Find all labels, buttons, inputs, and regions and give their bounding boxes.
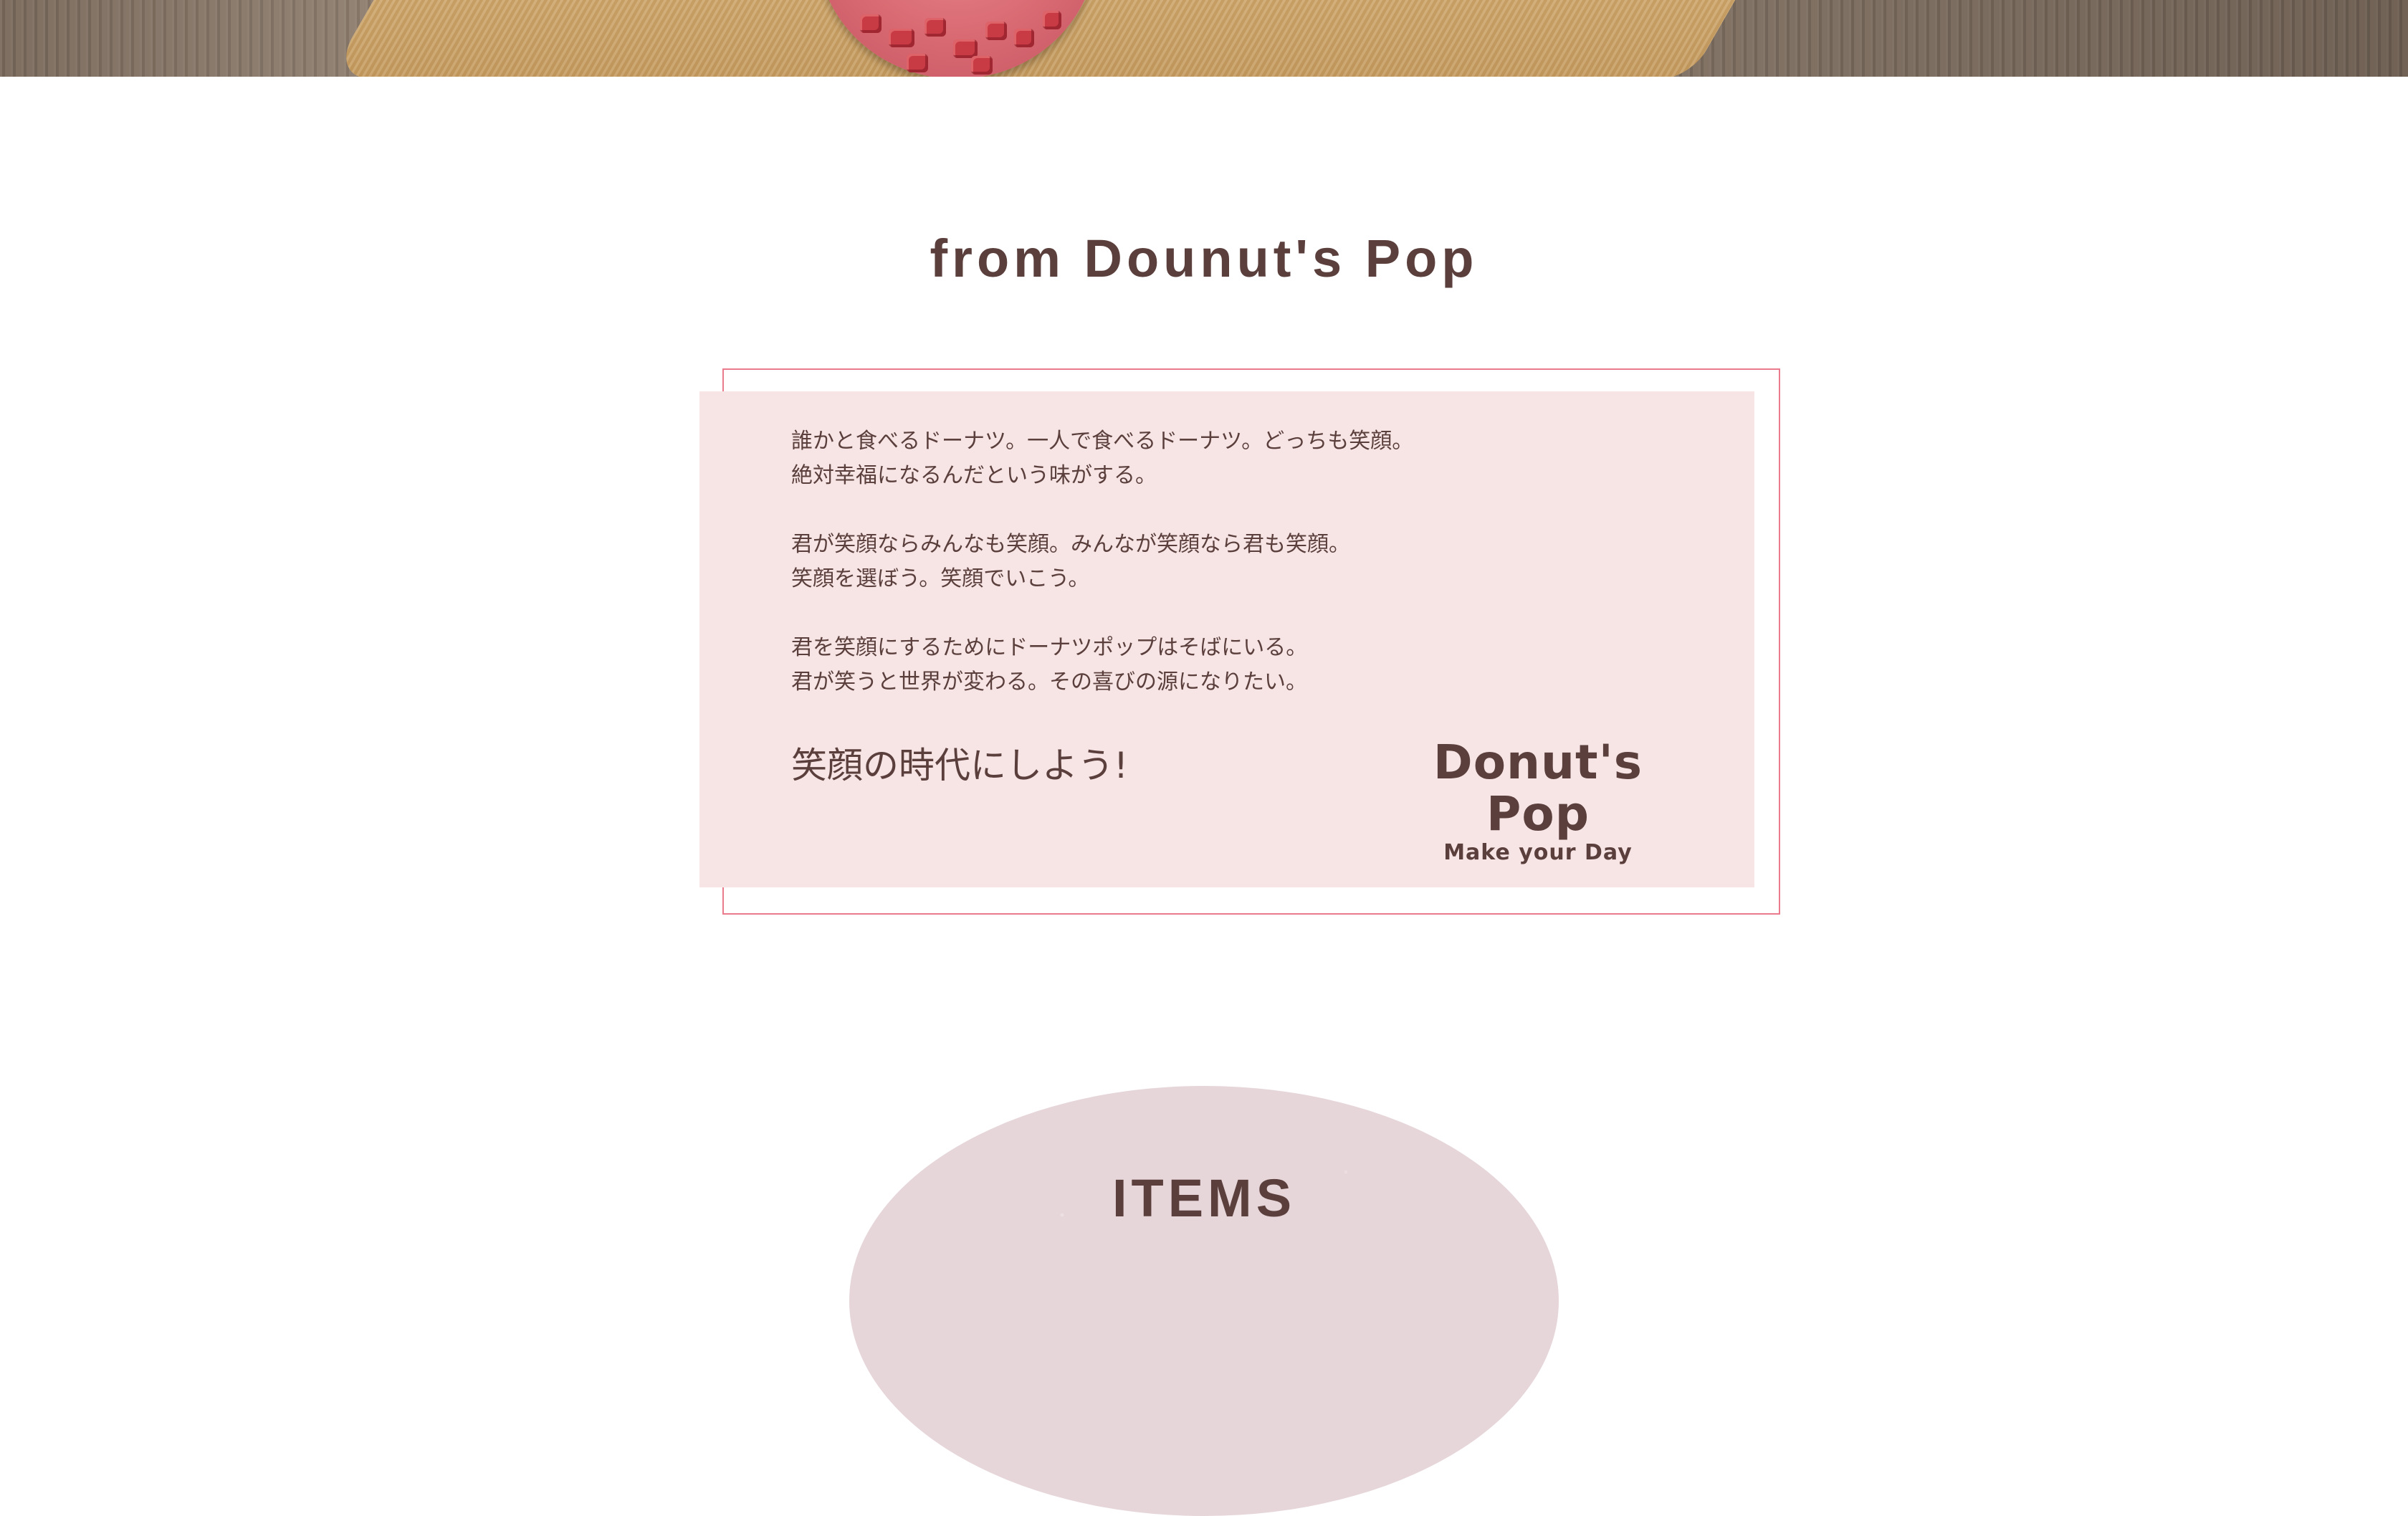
message-paragraph: 誰かと食べるドーナツ。一人で食べるドーナツ。どっちも笑顔。 絶対幸福になるんだと… bbox=[791, 424, 1436, 493]
berry-topping bbox=[971, 56, 993, 75]
message-line: 笑顔を選ぼう。笑顔でいこう。 bbox=[791, 566, 1090, 591]
message-paragraph: 君が笑顔ならみんなも笑顔。みんなが笑顔なら君も笑顔。 笑顔を選ぼう。笑顔でいこう… bbox=[791, 528, 1436, 596]
berry-topping bbox=[985, 22, 1007, 40]
items-background-blob bbox=[849, 1086, 1559, 1516]
message-line: 君が笑顔ならみんなも笑顔。みんなが笑顔なら君も笑顔。 bbox=[791, 532, 1350, 557]
berry-topping bbox=[1043, 11, 1061, 29]
slogan: 笑顔の時代にしよう! bbox=[791, 745, 1129, 786]
berry-topping bbox=[1014, 29, 1034, 47]
berry-topping bbox=[907, 54, 928, 72]
berry-topping bbox=[953, 39, 978, 58]
berry-topping bbox=[924, 18, 946, 37]
message-line: 絶対幸福になるんだという味がする。 bbox=[791, 463, 1157, 488]
message-card: 誰かと食べるドーナツ。一人で食べるドーナツ。どっちも笑顔。 絶対幸福になるんだと… bbox=[699, 391, 1754, 887]
message-line: 誰かと食べるドーナツ。一人で食べるドーナツ。どっちも笑顔。 bbox=[791, 429, 1414, 454]
berry-topping bbox=[889, 29, 914, 47]
message-line: 君が笑うと世界が変わる。その喜びの源になりたい。 bbox=[791, 669, 1307, 695]
items-title: ITEMS bbox=[1112, 1168, 1296, 1228]
brand-logo: Donut's Pop Make your Day bbox=[1380, 737, 1696, 866]
message-text: 誰かと食べるドーナツ。一人で食べるドーナツ。どっちも笑顔。 絶対幸福になるんだと… bbox=[791, 424, 1436, 734]
logo-name: Donut's Pop bbox=[1433, 735, 1643, 842]
berry-topping bbox=[860, 14, 882, 33]
message-paragraph: 君を笑顔にするためにドーナツポップはそばにいる。 君が笑うと世界が変わる。その喜… bbox=[791, 631, 1436, 700]
hero-image bbox=[0, 0, 2408, 77]
message-line: 君を笑顔にするためにドーナツポップはそばにいる。 bbox=[791, 635, 1308, 660]
section-title: from Dounut's Pop bbox=[930, 229, 1478, 288]
logo-tagline: Make your Day bbox=[1443, 840, 1633, 865]
